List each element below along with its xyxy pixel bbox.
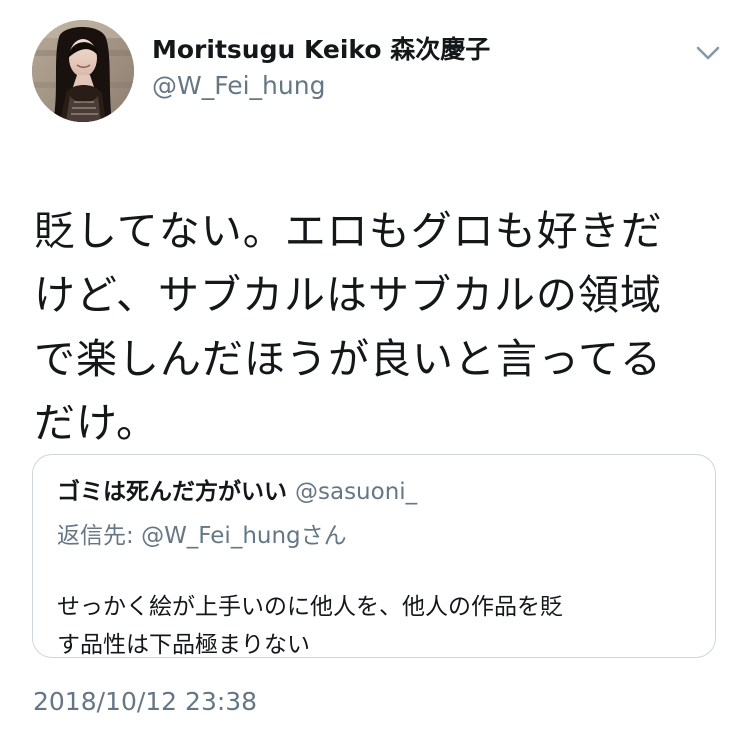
reply-to-prefix: 返信先: — [57, 523, 142, 549]
tweet-card: Moritsugu Keiko 森次慶子 @W_Fei_hung 貶してない。エ… — [0, 0, 750, 737]
author-handle[interactable]: @W_Fei_hung — [152, 69, 490, 103]
tweet-header: Moritsugu Keiko 森次慶子 @W_Fei_hung — [32, 20, 723, 122]
quoted-tweet-text: せっかく絵が上手いのに他人を、他人の作品を貶 す品性は下品極まりない — [57, 594, 563, 658]
author-avatar[interactable] — [32, 20, 134, 122]
quoted-tweet-card[interactable]: ゴミは死んだ方がいい @sasuoni_ 返信先: @W_Fei_hungさん せ… — [32, 454, 716, 658]
quoted-author-handle[interactable]: @sasuoni_ — [295, 479, 417, 505]
quoted-tweet-header: ゴミは死んだ方がいい @sasuoni_ — [57, 475, 417, 509]
reply-to-suffix: さん — [300, 523, 347, 549]
chevron-down-icon[interactable] — [693, 38, 723, 68]
reply-to-handle-link[interactable]: @W_Fei_hung — [141, 523, 301, 549]
quoted-reply-context: 返信先: @W_Fei_hungさん — [57, 519, 347, 553]
author-display-name[interactable]: Moritsugu Keiko 森次慶子 — [152, 33, 490, 67]
profile-photo-icon — [32, 20, 134, 122]
author-identity: Moritsugu Keiko 森次慶子 @W_Fei_hung — [152, 33, 490, 103]
tweet-timestamp[interactable]: 2018/10/12 23:38 — [33, 684, 257, 720]
tweet-text: 貶してない。エロもグロも好きだ けど、サブカルはサブカルの領域 で楽しんだほうが… — [34, 207, 663, 447]
quoted-author-display-name[interactable]: ゴミは死んだ方がいい — [57, 479, 287, 505]
